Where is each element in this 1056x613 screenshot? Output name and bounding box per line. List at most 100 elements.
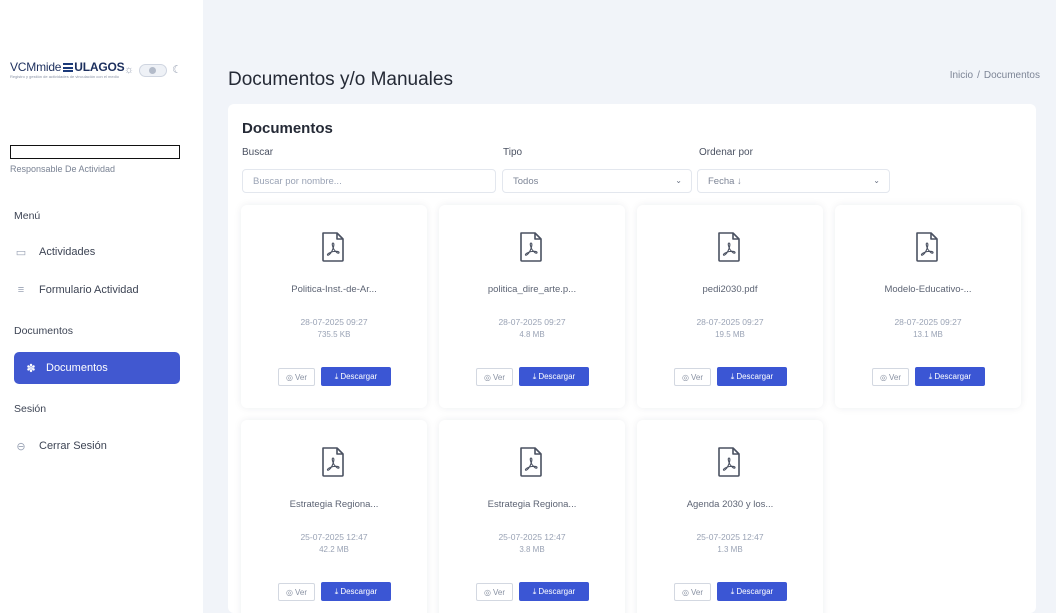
pdf-file-icon (520, 232, 542, 262)
view-button-label: Ver (294, 587, 307, 597)
document-date: 28-07-2025 09:27 (498, 317, 566, 327)
view-button[interactable]: ◎ Ver (278, 583, 315, 601)
brand-tagline: Registro y gestión de actividades de vin… (10, 74, 119, 79)
list-icon: ≡ (17, 284, 25, 296)
search-input[interactable]: Buscar por nombre... (242, 169, 496, 193)
view-button-label: Ver (294, 372, 307, 382)
sort-label: Ordenar por (699, 147, 753, 158)
document-date: 28-07-2025 09:27 (894, 317, 962, 327)
sort-select-value: Fecha ↓ (708, 175, 742, 187)
sidebar-item-actividades[interactable]: ▭ Actividades (14, 236, 180, 268)
sort-select[interactable]: Fecha ↓ ⌄ (697, 169, 890, 193)
user-name-box (10, 145, 180, 159)
download-icon: ⤓ (928, 371, 933, 381)
download-button-label: Descargar (934, 372, 972, 381)
eye-icon: ◎ (286, 587, 293, 597)
document-date: 25-07-2025 12:47 (498, 532, 566, 542)
sidebar-item-label: Formulario Actividad (39, 284, 139, 296)
download-button[interactable]: ⤓ Descargar (519, 367, 589, 386)
download-button[interactable]: ⤓ Descargar (321, 582, 391, 601)
document-date: 25-07-2025 12:47 (696, 532, 764, 542)
document-date: 28-07-2025 09:27 (696, 317, 764, 327)
eye-icon: ◎ (682, 372, 689, 382)
search-label: Buscar (242, 147, 274, 158)
sidebar-item-label: Cerrar Sesión (39, 440, 107, 452)
download-button-label: Descargar (340, 587, 378, 596)
page-title: Documentos y/o Manuales (228, 69, 453, 90)
document-date: 28-07-2025 09:27 (300, 317, 368, 327)
pdf-file-icon (322, 232, 344, 262)
sidebar-item-formulario-actividad[interactable]: ≡ Formulario Actividad (14, 274, 180, 306)
document-size: 4.8 MB (519, 330, 545, 339)
eye-icon: ◎ (484, 587, 491, 597)
theme-switch[interactable] (139, 64, 168, 77)
download-button[interactable]: ⤓ Descargar (519, 582, 589, 601)
eye-icon: ◎ (682, 587, 689, 597)
document-name: Modelo-Educativo-... (884, 284, 972, 295)
breadcrumb-separator: / (977, 70, 980, 81)
view-button-label: Ver (888, 372, 901, 382)
document-card: Politica-Inst.-de-Ar... 28-07-2025 09:27… (241, 205, 427, 408)
sidebar-item-documentos[interactable]: ✽ Documentos (14, 352, 180, 384)
type-label: Tipo (503, 147, 523, 158)
menu-section-title: Menú (14, 210, 41, 222)
switch-knob (149, 67, 157, 74)
view-button[interactable]: ◎ Ver (476, 583, 513, 601)
download-button[interactable]: ⤓ Descargar (717, 367, 787, 386)
download-icon: ⤓ (730, 586, 735, 596)
download-icon: ⤓ (532, 586, 537, 596)
type-select[interactable]: Todos ⌄ (502, 169, 692, 193)
eye-icon: ◎ (484, 372, 491, 382)
sidebar-item-cerrar-sesion[interactable]: ⊖ Cerrar Sesión (14, 430, 180, 462)
download-button-label: Descargar (736, 587, 774, 596)
view-button[interactable]: ◎ Ver (674, 368, 711, 386)
chevron-down-icon: ⌄ (675, 176, 682, 185)
pdf-file-icon (718, 232, 740, 262)
document-size: 42.2 MB (319, 545, 349, 554)
document-date: 25-07-2025 12:47 (300, 532, 368, 542)
document-card: Modelo-Educativo-... 28-07-2025 09:27 13… (835, 205, 1021, 408)
download-button-label: Descargar (538, 372, 576, 381)
brand-name: VCMmide ULAGOS (10, 60, 125, 74)
brand-logo[interactable]: VCMmide ULAGOS (10, 60, 125, 74)
sidebar: VCMmide ULAGOS Registro y gestión de acti… (0, 0, 203, 613)
document-name: Politica-Inst.-de-Ar... (291, 284, 377, 295)
document-size: 1.3 MB (717, 545, 743, 554)
document-name: politica_dire_arte.p... (487, 284, 577, 295)
document-name: Estrategia Regiona... (289, 499, 379, 510)
breadcrumb-current: Documentos (983, 70, 1040, 81)
view-button-label: Ver (492, 372, 505, 382)
sun-icon: ☼ (124, 64, 135, 76)
calendar-icon: ▭ (15, 246, 27, 259)
theme-toggle[interactable]: ☼ ☾ (124, 64, 182, 77)
gear-icon: ✽ (26, 362, 36, 375)
download-button[interactable]: ⤓ Descargar (717, 582, 787, 601)
documents-section-title: Documentos (14, 325, 73, 337)
document-name: Agenda 2030 y los... (686, 499, 774, 510)
pdf-file-icon (916, 232, 938, 262)
view-button[interactable]: ◎ Ver (872, 368, 909, 386)
breadcrumb-home-link[interactable]: Inicio (950, 70, 973, 81)
pdf-file-icon (322, 447, 344, 477)
view-button[interactable]: ◎ Ver (476, 368, 513, 386)
user-role: Responsable De Actividad (10, 164, 116, 174)
breadcrumb: Inicio / Documentos (950, 70, 1040, 81)
view-button[interactable]: ◎ Ver (674, 583, 711, 601)
document-name: Estrategia Regiona... (487, 499, 577, 510)
document-size: 13.1 MB (913, 330, 943, 339)
pdf-file-icon (718, 447, 740, 477)
view-button-label: Ver (492, 587, 505, 597)
view-button[interactable]: ◎ Ver (278, 368, 315, 386)
document-size: 19.5 MB (715, 330, 745, 339)
download-icon: ⤓ (334, 586, 339, 596)
documents-card: Documentos Buscar Buscar por nombre... T… (228, 104, 1036, 613)
pdf-file-icon (520, 447, 542, 477)
download-button[interactable]: ⤓ Descargar (321, 367, 391, 386)
download-button[interactable]: ⤓ Descargar (915, 367, 985, 386)
document-card: Agenda 2030 y los... 25-07-2025 12:47 1.… (637, 420, 823, 613)
download-icon: ⤓ (730, 371, 735, 381)
view-button-label: Ver (690, 587, 703, 597)
section-title: Documentos (242, 120, 333, 137)
document-card: Estrategia Regiona... 25-07-2025 12:47 4… (241, 420, 427, 613)
download-icon: ⤓ (334, 371, 339, 381)
